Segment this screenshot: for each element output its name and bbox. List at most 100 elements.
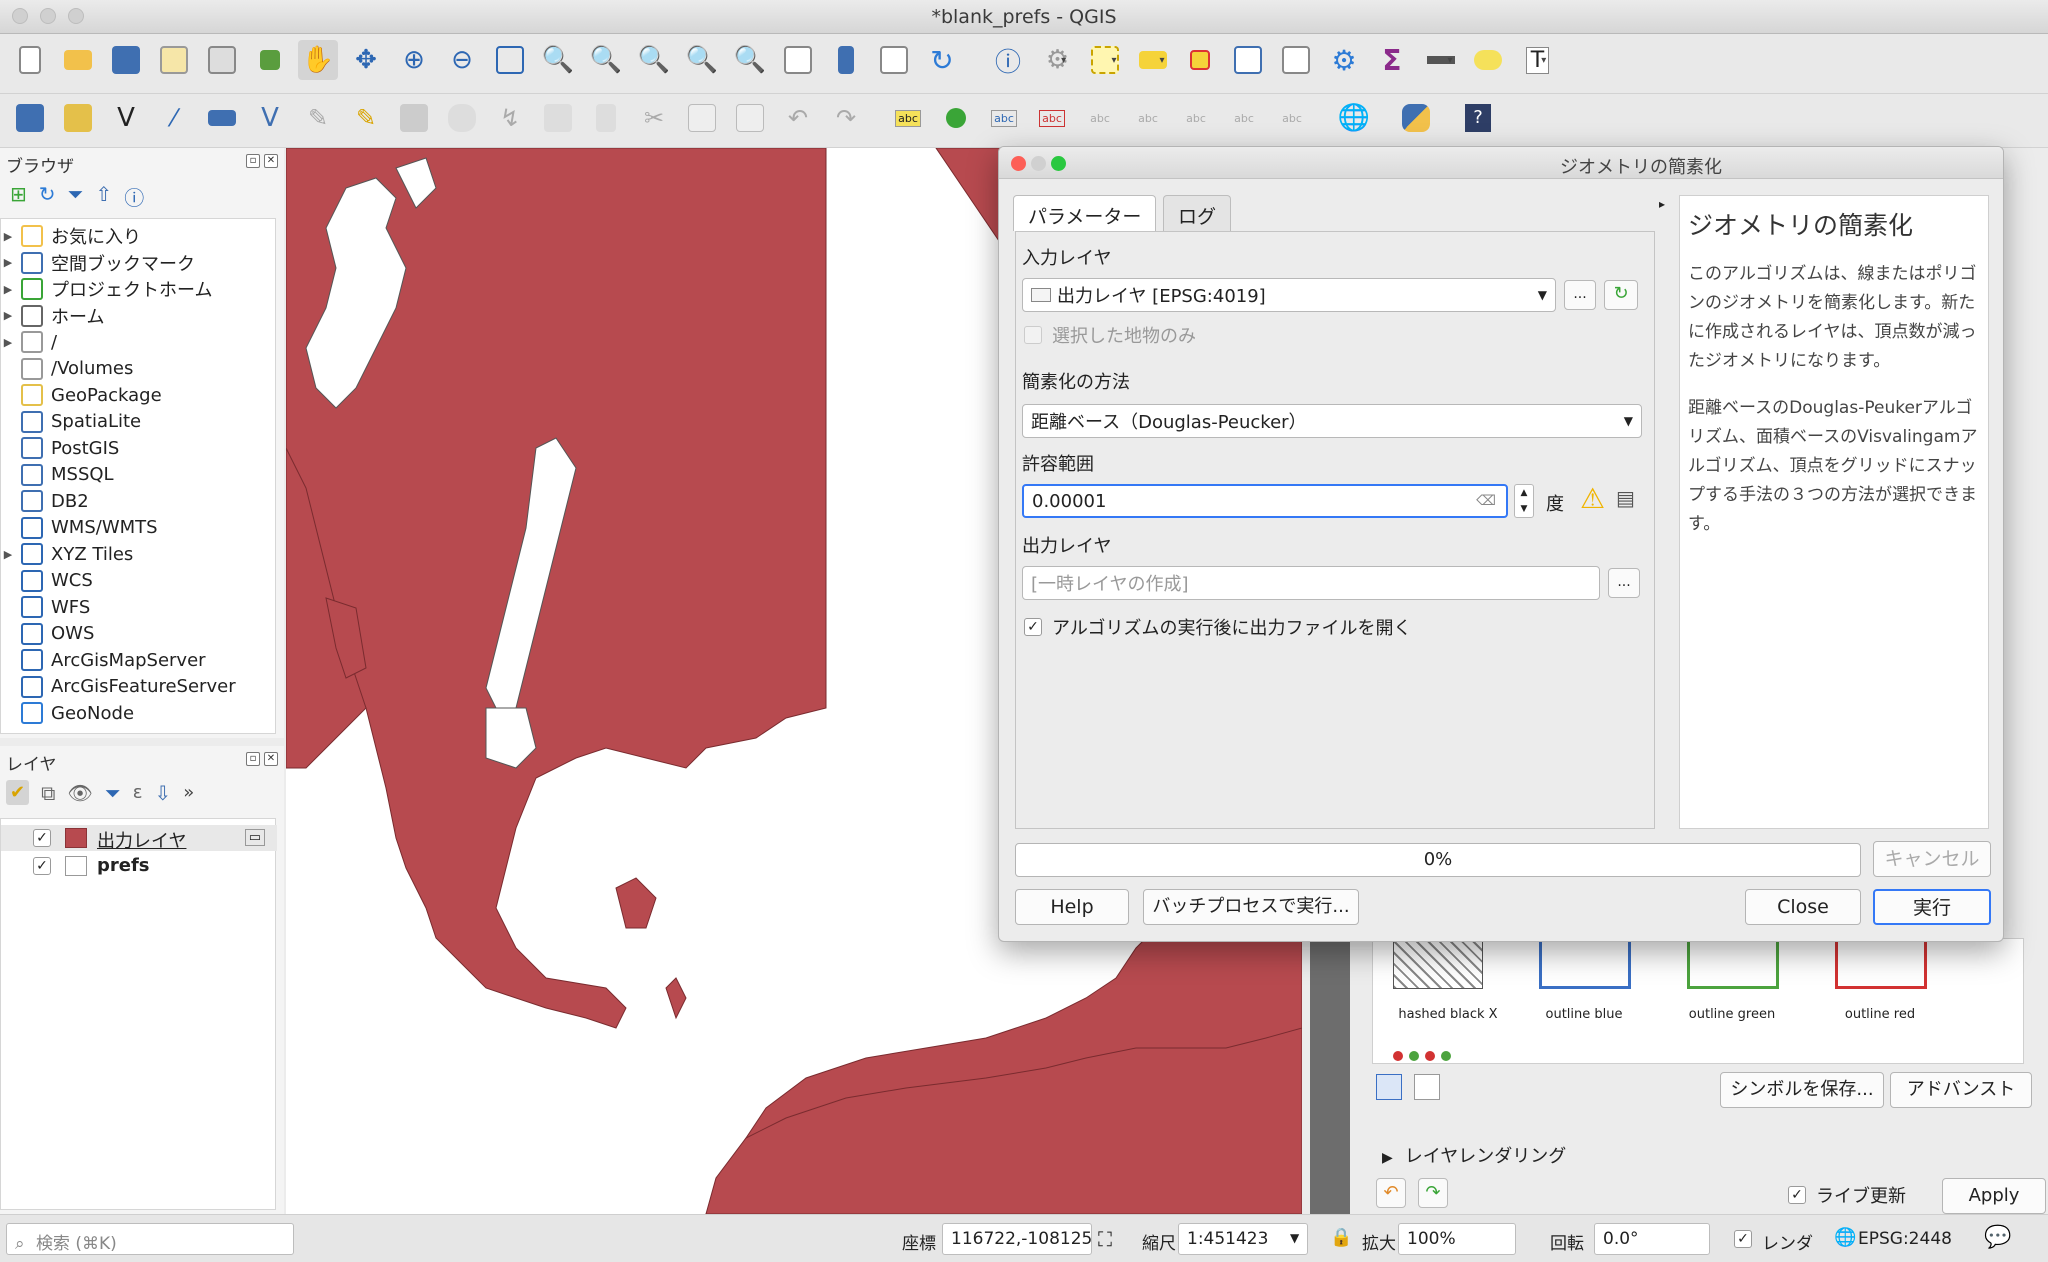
move-label-icon[interactable]: abc <box>1080 98 1120 138</box>
close-panel-button[interactable]: ✕ <box>264 752 278 766</box>
coordinate-field[interactable]: 116722,-108125 <box>942 1223 1092 1255</box>
crs-button[interactable]: EPSG:2448 <box>1858 1229 1952 1249</box>
show-hide-label-icon[interactable]: abc <box>1128 98 1168 138</box>
browser-item[interactable]: DB2 <box>1 488 89 514</box>
iterate-features-icon[interactable]: ↻ <box>1604 280 1638 310</box>
expand-arrow-icon[interactable]: ▶ <box>1 309 15 322</box>
python-console-icon[interactable] <box>1396 98 1436 138</box>
add-layer-icon[interactable]: ⊞ <box>10 182 27 211</box>
open-project-icon[interactable] <box>58 40 98 80</box>
save-edits-icon[interactable] <box>394 98 434 138</box>
browser-item[interactable]: OWS <box>1 621 94 647</box>
move-feature-icon[interactable]: ↯ <box>490 98 530 138</box>
layer-visibility-checkbox[interactable]: ✓ <box>33 857 51 875</box>
apply-button[interactable]: Apply <box>1942 1178 2046 1214</box>
symbol-swatch-hashed[interactable] <box>1393 939 1483 989</box>
browser-item[interactable]: /Volumes <box>1 356 133 382</box>
map-tips-icon[interactable] <box>1468 40 1508 80</box>
cancel-button[interactable]: キャンセル <box>1873 841 1991 877</box>
scale-dropdown-icon[interactable]: ▼ <box>1290 1231 1299 1245</box>
filter-icon[interactable]: ⏷ <box>68 182 84 211</box>
zoom-in-icon[interactable]: ⊕ <box>394 40 434 80</box>
browser-item[interactable]: GeoPackage <box>1 382 162 408</box>
zoom-native-icon[interactable]: 🔍 <box>634 40 674 80</box>
expand-arrow-icon[interactable]: ▶ <box>1 336 15 349</box>
cut-features-icon[interactable]: ✂ <box>634 98 674 138</box>
tab-log[interactable]: ログ <box>1163 195 1232 231</box>
browser-item[interactable]: PostGIS <box>1 435 119 461</box>
advanced-button[interactable]: アドバンスト <box>1890 1072 2032 1108</box>
browser-item[interactable]: WMS/WMTS <box>1 515 158 541</box>
current-edits-icon[interactable]: ✎ <box>298 98 338 138</box>
node-tool-icon[interactable] <box>538 98 578 138</box>
rotate-label-icon[interactable]: abc <box>1176 98 1216 138</box>
coordinate-mode-icon[interactable]: ⛶ <box>1098 1227 1112 1251</box>
digitize-line-icon[interactable]: ⁄ <box>154 98 194 138</box>
pan-map-icon[interactable]: ✋ <box>298 40 338 80</box>
style-manager-icon[interactable] <box>250 40 290 80</box>
expand-arrow-icon[interactable]: ▶ <box>1 256 15 269</box>
layout-manager-icon[interactable] <box>202 40 242 80</box>
clear-input-icon[interactable]: ⌫ <box>1476 493 1496 509</box>
diagram-icon[interactable] <box>936 98 976 138</box>
browser-item[interactable]: WCS <box>1 568 93 594</box>
browser-item[interactable]: ▶ / <box>1 329 57 355</box>
expand-arrow-icon[interactable]: ▶ <box>1 230 15 243</box>
show-bookmarks-icon[interactable] <box>874 40 914 80</box>
selected-only-checkbox[interactable] <box>1024 326 1042 344</box>
batch-process-button[interactable]: バッチプロセスで実行... <box>1143 889 1359 925</box>
tab-parameters[interactable]: パラメーター <box>1013 195 1157 231</box>
delete-selected-icon[interactable] <box>586 98 626 138</box>
run-button[interactable]: 実行 <box>1873 889 1991 925</box>
help-icon[interactable]: ? <box>1458 98 1498 138</box>
help-button[interactable]: Help <box>1015 889 1129 925</box>
change-label-icon[interactable]: abc <box>1224 98 1264 138</box>
save-symbol-button[interactable]: シンボルを保存... <box>1720 1072 1884 1108</box>
paste-features-icon[interactable] <box>730 98 770 138</box>
browser-item[interactable]: SpatiaLite <box>1 409 141 435</box>
field-calculator-icon[interactable] <box>1276 40 1316 80</box>
layer-row-output[interactable]: ✓ 出力レイヤ ▭ <box>1 825 277 852</box>
virtual-layer-icon[interactable] <box>202 98 242 138</box>
copy-features-icon[interactable] <box>682 98 722 138</box>
method-combo[interactable]: 距離ベース（Douglas-Peucker） ▼ <box>1022 404 1642 438</box>
tolerance-input[interactable]: 0.00001 ⌫ <box>1022 484 1508 518</box>
add-group-icon[interactable]: ⧉ <box>41 781 55 805</box>
float-panel-button[interactable]: ▫ <box>246 154 260 168</box>
browser-item[interactable]: ArcGisFeatureServer <box>1 674 236 700</box>
redo-style-icon[interactable]: ↷ <box>1418 1178 1448 1208</box>
zoom-last-icon[interactable]: 🔍 <box>682 40 722 80</box>
layer-indicator-icon[interactable]: ▭ <box>244 829 265 846</box>
vertex-tool-icon[interactable]: V <box>250 98 290 138</box>
layer-rendering-section[interactable]: ▶ レイヤレンダリング <box>1382 1142 1566 1168</box>
output-layer-input[interactable]: [一時レイヤの作成] <box>1022 566 1600 600</box>
browser-item[interactable]: WFS <box>1 594 90 620</box>
new-print-layout-icon[interactable] <box>154 40 194 80</box>
attribute-table-icon[interactable] <box>1228 40 1268 80</box>
icon-view-icon[interactable] <box>1376 1074 1402 1100</box>
text-annotation-icon[interactable]: T ▾ <box>1516 40 1556 80</box>
toggle-editing-icon[interactable]: ✎ <box>346 98 386 138</box>
expand-all-icon[interactable]: ⇩ <box>155 781 172 805</box>
expand-arrow-icon[interactable]: ▶ <box>1 548 15 561</box>
layer-style-icon[interactable]: ✔ <box>6 780 30 805</box>
zoom-to-layer-icon[interactable]: 🔍 <box>586 40 626 80</box>
pan-to-selection-icon[interactable]: ✥ <box>346 40 386 80</box>
collapse-all-icon[interactable]: ⇧ <box>96 182 113 211</box>
action-icon[interactable]: ⚙ ▾ <box>1036 40 1076 80</box>
layer-row-prefs[interactable]: ✓ prefs <box>1 853 277 879</box>
zoom-out-icon[interactable]: ⊖ <box>442 40 482 80</box>
scale-field[interactable]: 1:451423 <box>1178 1223 1308 1255</box>
close-panel-button[interactable]: ✕ <box>264 154 278 168</box>
open-attribute-table-icon[interactable]: ▾ <box>1132 40 1172 80</box>
messages-icon[interactable]: 💬 <box>1984 1225 2011 1250</box>
zoom-full-icon[interactable] <box>490 40 530 80</box>
label-toolbar-icon[interactable]: abc <box>888 98 928 138</box>
magnifier-field[interactable]: 100% <box>1398 1223 1516 1255</box>
browser-item[interactable]: ▶ プロジェクトホーム <box>1 276 212 302</box>
plugin-globe-icon[interactable]: 🌐 <box>1334 98 1374 138</box>
undo-style-icon[interactable]: ↶ <box>1376 1178 1406 1208</box>
statistics-icon[interactable]: Σ <box>1372 40 1412 80</box>
new-project-icon[interactable] <box>10 40 50 80</box>
refresh-icon[interactable]: ↻ <box>922 40 962 80</box>
